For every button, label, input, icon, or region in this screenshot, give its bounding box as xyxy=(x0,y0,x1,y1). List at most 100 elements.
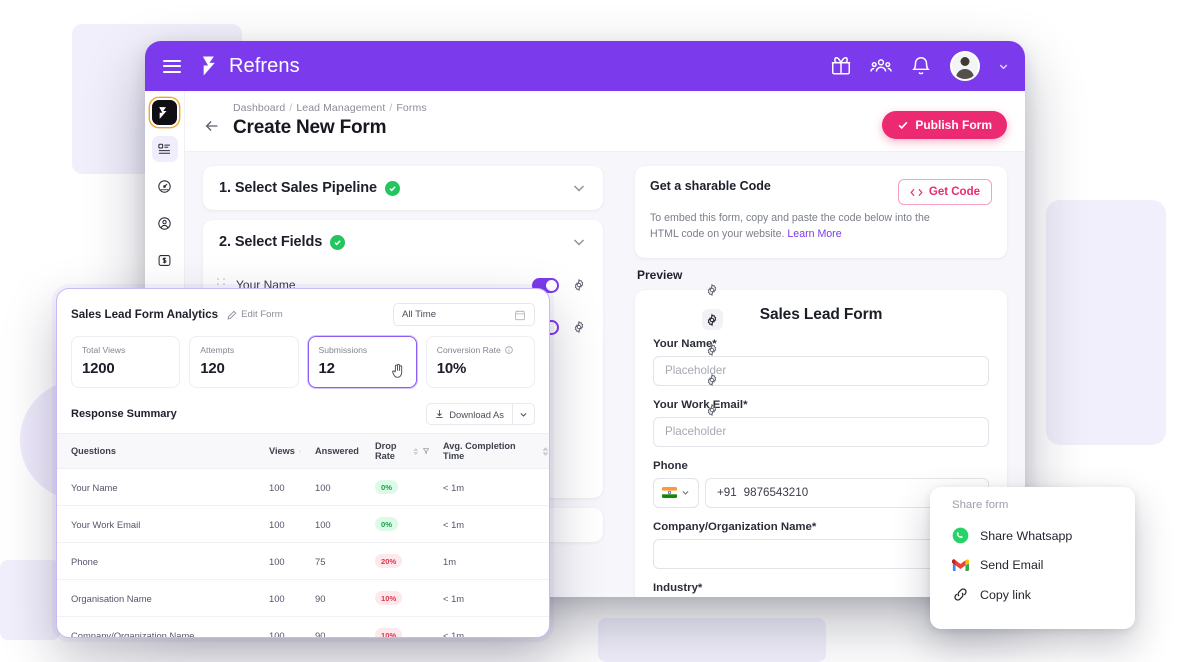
edit-form-button[interactable]: Edit Form xyxy=(227,309,283,320)
column-header-questions[interactable]: Questions xyxy=(57,433,255,469)
field-settings-gear-icon[interactable] xyxy=(569,317,589,337)
download-as-button[interactable]: Download As xyxy=(426,403,535,425)
money-icon xyxy=(158,254,171,266)
chevron-down-icon[interactable] xyxy=(571,180,587,196)
brand[interactable]: Refrens xyxy=(201,55,300,78)
breadcrumb-item-lead-management[interactable]: Lead Management xyxy=(296,102,385,114)
kpi-conversion-rate[interactable]: Conversion Rate 10% xyxy=(425,336,535,388)
column-header-answered[interactable]: Answered xyxy=(301,433,361,469)
drop-rate-badge: 10% xyxy=(375,628,403,637)
top-navbar: Refrens xyxy=(145,41,1025,91)
refrens-mark-icon xyxy=(159,106,167,119)
column-header-drop-rate[interactable]: Drop Rate xyxy=(361,433,429,469)
publish-form-button[interactable]: Publish Form xyxy=(882,111,1007,139)
column-label: Drop Rate xyxy=(375,441,397,461)
table-row[interactable]: Organisation Name 100 90 10% < 1m xyxy=(57,579,549,617)
field-settings-gear-icon[interactable] xyxy=(569,275,589,295)
field-settings-gear-icon[interactable] xyxy=(702,369,723,390)
sidebar-item-payments[interactable] xyxy=(152,247,178,273)
column-header-views[interactable]: Views xyxy=(255,433,301,469)
sidebar-item-forms[interactable] xyxy=(151,136,178,162)
filter-icon[interactable] xyxy=(422,447,429,455)
breadcrumb-item-dashboard[interactable]: Dashboard xyxy=(233,102,285,114)
get-code-button[interactable]: Get Code xyxy=(897,179,992,205)
cell-views: 100 xyxy=(255,542,301,580)
india-flag-icon xyxy=(662,487,677,499)
field-settings-gear-icon[interactable] xyxy=(702,279,723,300)
share-code-title: Get a sharable Code xyxy=(650,179,771,193)
section-title-fields: 2. Select Fields xyxy=(219,234,323,250)
date-range-select[interactable]: All Time xyxy=(393,303,535,326)
back-arrow-icon[interactable] xyxy=(203,117,221,135)
cell-answered: 90 xyxy=(301,579,361,617)
phone-number: 9876543210 xyxy=(743,486,809,500)
chevron-down-icon xyxy=(520,412,527,417)
section-title-pipeline: 1. Select Sales Pipeline xyxy=(219,180,377,196)
table-row[interactable]: Phone 100 75 20% 1m xyxy=(57,542,549,580)
preview-input-email[interactable]: Placeholder xyxy=(653,416,989,447)
cell-avg-completion-time: < 1m xyxy=(429,579,549,617)
sidebar-item-dashboard[interactable] xyxy=(152,173,178,199)
whatsapp-icon xyxy=(952,527,969,544)
kpi-label: Attempts xyxy=(200,345,235,355)
check-icon xyxy=(898,121,908,130)
cell-drop-rate: 20% xyxy=(361,542,429,580)
section-header-fields[interactable]: 2. Select Fields xyxy=(203,220,603,264)
download-as-label: Download As xyxy=(449,408,504,420)
breadcrumb-item-forms[interactable]: Forms xyxy=(396,102,426,114)
kpi-label: Conversion Rate xyxy=(437,345,524,355)
bell-icon[interactable] xyxy=(910,55,932,77)
kpi-total-views[interactable]: Total Views 1200 xyxy=(71,336,181,388)
share-code-header: Get a sharable Code Get Code xyxy=(650,179,992,205)
rail-brand-logo[interactable] xyxy=(152,100,177,125)
field-settings-gear-column xyxy=(701,279,723,420)
field-settings-gear-icon[interactable] xyxy=(702,339,723,360)
drop-rate-badge: 0% xyxy=(375,480,398,494)
avatar[interactable] xyxy=(950,51,980,81)
publish-form-label: Publish Form xyxy=(915,118,992,132)
kpi-label: Submissions xyxy=(318,345,368,355)
breadcrumb-sep: / xyxy=(289,102,293,114)
cell-avg-completion-time: < 1m xyxy=(429,616,549,637)
drop-rate-badge: 0% xyxy=(375,517,398,531)
table-row[interactable]: Your Name 100 100 0% < 1m xyxy=(57,468,549,506)
cell-answered: 100 xyxy=(301,468,361,506)
response-summary-header: Response Summary Download As xyxy=(57,392,549,433)
people-icon[interactable] xyxy=(870,55,892,77)
chevron-down-icon[interactable] xyxy=(998,61,1009,72)
section-header-pipeline[interactable]: 1. Select Sales Pipeline xyxy=(203,166,603,210)
field-settings-gear-icon-active[interactable] xyxy=(701,309,723,330)
kpi-attempts[interactable]: Attempts 120 xyxy=(189,336,299,388)
breadcrumb-sep: / xyxy=(389,102,393,114)
cell-drop-rate: 0% xyxy=(361,505,429,543)
gift-icon[interactable] xyxy=(830,55,852,77)
phone-country-code: +91 xyxy=(717,486,737,500)
chevron-down-icon[interactable] xyxy=(571,234,587,250)
copy-link-item[interactable]: Copy link xyxy=(930,579,1135,610)
share-code-description: To embed this form, copy and paste the c… xyxy=(650,210,933,243)
learn-more-link[interactable]: Learn More xyxy=(787,228,841,240)
info-icon[interactable] xyxy=(505,346,513,354)
table-row[interactable]: Company/Organization Name 100 90 10% < 1m xyxy=(57,616,549,637)
country-code-selector[interactable] xyxy=(653,477,699,508)
column-label: Answered xyxy=(315,446,359,456)
sidebar-item-contacts[interactable] xyxy=(152,210,178,236)
kpi-label: Total Views xyxy=(82,345,126,355)
field-settings-gear-icon[interactable] xyxy=(702,399,723,420)
share-code-card: Get a sharable Code Get Code To embed th… xyxy=(635,166,1007,258)
cell-question: Phone xyxy=(57,542,255,580)
page-title: Create New Form xyxy=(233,117,387,138)
calendar-icon xyxy=(515,309,525,320)
decorative-shape-bottom-left xyxy=(0,560,60,640)
download-as-chevron[interactable] xyxy=(513,404,534,424)
sort-icon xyxy=(542,446,549,456)
share-whatsapp-item[interactable]: Share Whatsapp xyxy=(930,520,1135,551)
hamburger-icon[interactable] xyxy=(163,59,181,73)
column-header-avg-completion-time[interactable]: Avg. Completion Time xyxy=(429,433,549,469)
kpi-submissions[interactable]: Submissions 12 xyxy=(307,336,417,388)
cell-drop-rate: 10% xyxy=(361,616,429,637)
send-email-item[interactable]: Send Email xyxy=(930,551,1135,579)
date-range-value: All Time xyxy=(402,309,437,320)
column-label: Questions xyxy=(71,446,116,456)
table-row[interactable]: Your Work Email 100 100 0% < 1m xyxy=(57,505,549,543)
